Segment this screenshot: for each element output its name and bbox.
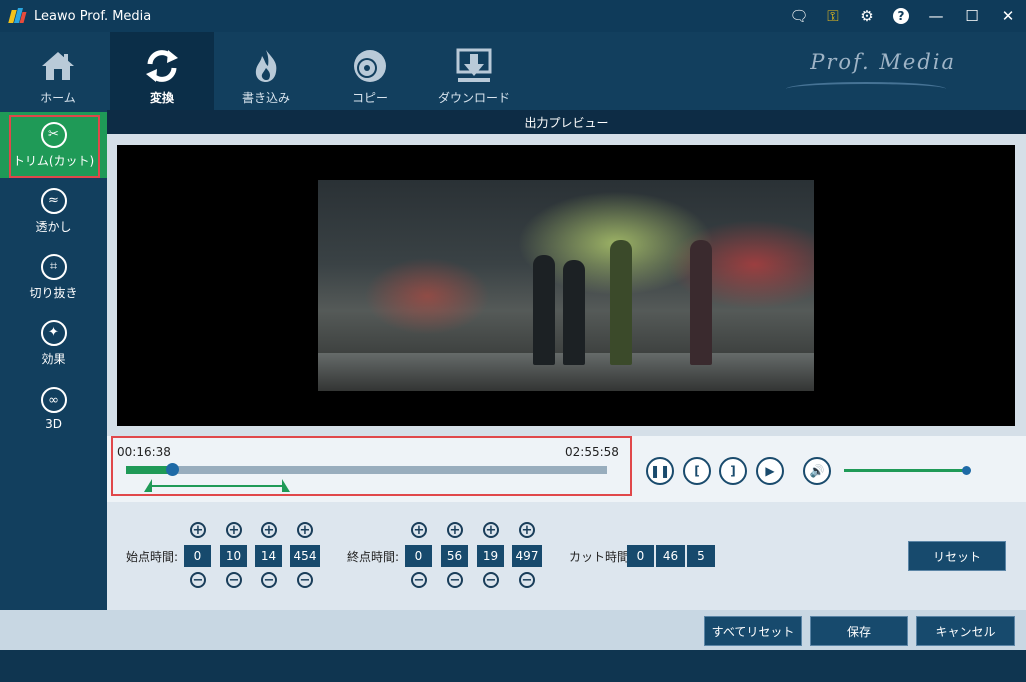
end-minute-plus[interactable]: +: [447, 522, 463, 538]
set-start-icon: [: [694, 464, 700, 478]
start-hour-plus[interactable]: +: [190, 522, 206, 538]
volume-knob[interactable]: [962, 466, 971, 475]
sidebar-item-3d[interactable]: ∞ 3D: [0, 376, 107, 442]
help-icon[interactable]: ?: [884, 0, 918, 32]
reset-button[interactable]: リセット: [908, 541, 1006, 571]
convert-icon: [146, 50, 178, 82]
reset-all-button[interactable]: すべてリセット: [704, 616, 802, 646]
sidebar-item-crop[interactable]: ⌗ 切り抜き: [0, 244, 107, 310]
watermark-icon: ≈: [40, 187, 67, 214]
end-hour-minus[interactable]: −: [411, 572, 427, 588]
home-icon: [42, 52, 74, 80]
footer-bar: すべてリセット 保存 キャンセル: [0, 610, 1026, 650]
cancel-button[interactable]: キャンセル: [916, 616, 1015, 646]
nav-copy[interactable]: コピー: [318, 32, 422, 110]
start-second-minus[interactable]: −: [261, 572, 277, 588]
key-icon[interactable]: ⚿: [816, 0, 850, 32]
end-minute-minus[interactable]: −: [447, 572, 463, 588]
set-end-icon: ]: [730, 464, 736, 478]
close-icon[interactable]: ✕: [990, 0, 1026, 32]
play-segment-button[interactable]: ▶: [756, 457, 784, 485]
sidebar-item-effect[interactable]: ✦ 効果: [0, 310, 107, 376]
edit-sidebar: ✂ トリム(カット) ≈ 透かし ⌗ 切り抜き ✦ 効果 ∞ 3D: [0, 110, 107, 610]
main-panel: 出力プレビュー 00:16:38 02:55:58 ❚❚ [ ] ▶ 🔊 始点時…: [107, 110, 1026, 610]
save-button[interactable]: 保存: [810, 616, 908, 646]
end-hour-plus[interactable]: +: [411, 522, 427, 538]
start-ms-plus[interactable]: +: [297, 522, 313, 538]
volume-button[interactable]: 🔊: [803, 457, 831, 485]
pause-button[interactable]: ❚❚: [646, 457, 674, 485]
effect-icon: ✦: [40, 319, 67, 346]
trim-highlight-box: [9, 115, 100, 178]
burn-icon: [255, 50, 277, 82]
video-preview[interactable]: [117, 145, 1015, 426]
cut-hour-value: 0: [627, 545, 654, 567]
maximize-icon[interactable]: ☐: [954, 0, 990, 32]
start-hour-minus[interactable]: −: [190, 572, 206, 588]
top-navigation: ホーム 変換 書き込み コピー ダウンロード Prof. Media: [0, 32, 1026, 110]
gear-icon[interactable]: ⚙: [850, 0, 884, 32]
minimize-icon[interactable]: —: [918, 0, 954, 32]
play-segment-icon: ▶: [765, 464, 775, 478]
end-ms-field[interactable]: 497: [512, 545, 542, 567]
start-minute-minus[interactable]: −: [226, 572, 242, 588]
end-minute-field[interactable]: 56: [441, 545, 468, 567]
start-minute-plus[interactable]: +: [226, 522, 242, 538]
preview-title: 出力プレビュー: [107, 110, 1026, 134]
set-end-button[interactable]: ]: [719, 457, 747, 485]
cut-minute-value: 46: [656, 545, 685, 567]
end-hour-field[interactable]: 0: [405, 545, 432, 567]
end-ms-plus[interactable]: +: [519, 522, 535, 538]
start-minute-field[interactable]: 10: [220, 545, 247, 567]
nav-convert[interactable]: 変換: [110, 32, 214, 110]
cut-second-value: 5: [687, 545, 715, 567]
end-time-label: 終点時間:: [347, 550, 400, 564]
app-logo-icon: [8, 8, 27, 24]
trim-time-editor: 始点時間: + + + + 0 10 14 454 − − − − 終点時間: …: [107, 502, 1026, 610]
nav-home[interactable]: ホーム: [6, 32, 110, 110]
crop-icon: ⌗: [40, 253, 67, 280]
set-start-button[interactable]: [: [683, 457, 711, 485]
start-second-field[interactable]: 14: [255, 545, 282, 567]
volume-icon: 🔊: [809, 464, 825, 478]
pause-icon: ❚❚: [649, 464, 671, 478]
timeline-highlight-box: [111, 436, 632, 496]
bottom-bar: [0, 650, 1026, 682]
app-title: Leawo Prof. Media: [34, 8, 152, 24]
start-time-label: 始点時間:: [126, 550, 179, 564]
nav-burn[interactable]: 書き込み: [214, 32, 318, 110]
start-second-plus[interactable]: +: [261, 522, 277, 538]
copy-icon: [354, 50, 386, 82]
end-second-plus[interactable]: +: [483, 522, 499, 538]
download-icon: [456, 48, 492, 82]
title-bar: Leawo Prof. Media 🗨 ⚿ ⚙ ? — ☐ ✕: [0, 0, 1026, 32]
brand-swoosh: [786, 82, 946, 96]
end-second-field[interactable]: 19: [477, 545, 504, 567]
start-ms-field[interactable]: 454: [290, 545, 320, 567]
start-ms-minus[interactable]: −: [297, 572, 313, 588]
brand-logo: Prof. Media: [810, 50, 956, 74]
cut-time-label: カット時間:: [569, 550, 634, 564]
end-second-minus[interactable]: −: [483, 572, 499, 588]
end-ms-minus[interactable]: −: [519, 572, 535, 588]
preview-frame: [107, 134, 1026, 436]
chat-icon[interactable]: 🗨: [782, 0, 816, 32]
volume-slider[interactable]: [844, 469, 967, 472]
start-hour-field[interactable]: 0: [184, 545, 211, 567]
nav-download[interactable]: ダウンロード: [422, 32, 526, 110]
sidebar-item-watermark[interactable]: ≈ 透かし: [0, 178, 107, 244]
video-frame-image: [318, 180, 814, 391]
3d-glasses-icon: ∞: [40, 387, 67, 413]
